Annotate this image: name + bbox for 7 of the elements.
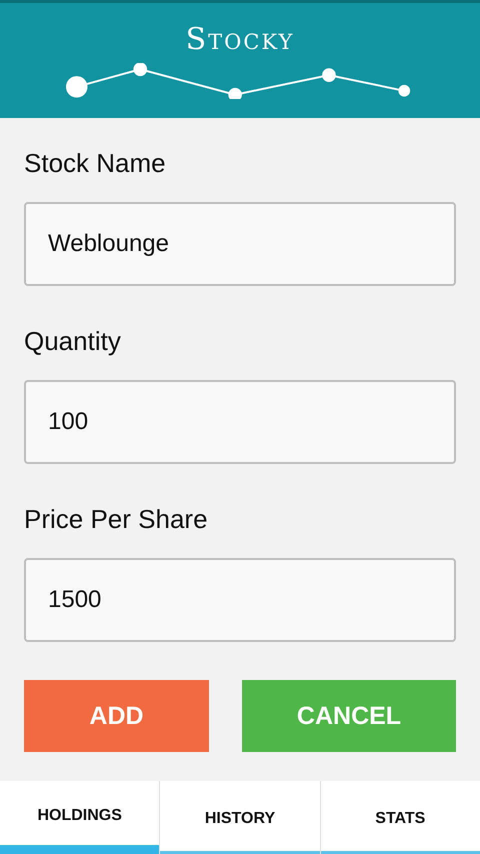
field-label: Quantity <box>24 325 121 358</box>
input-field[interactable]: 100 <box>24 380 456 464</box>
input-field[interactable]: 1500 <box>24 558 456 642</box>
field-label: Price Per Share <box>24 503 208 536</box>
app-title: Stocky <box>186 23 294 57</box>
field-label: Stock Name <box>24 147 166 180</box>
input-field[interactable]: Weblounge <box>24 202 456 286</box>
